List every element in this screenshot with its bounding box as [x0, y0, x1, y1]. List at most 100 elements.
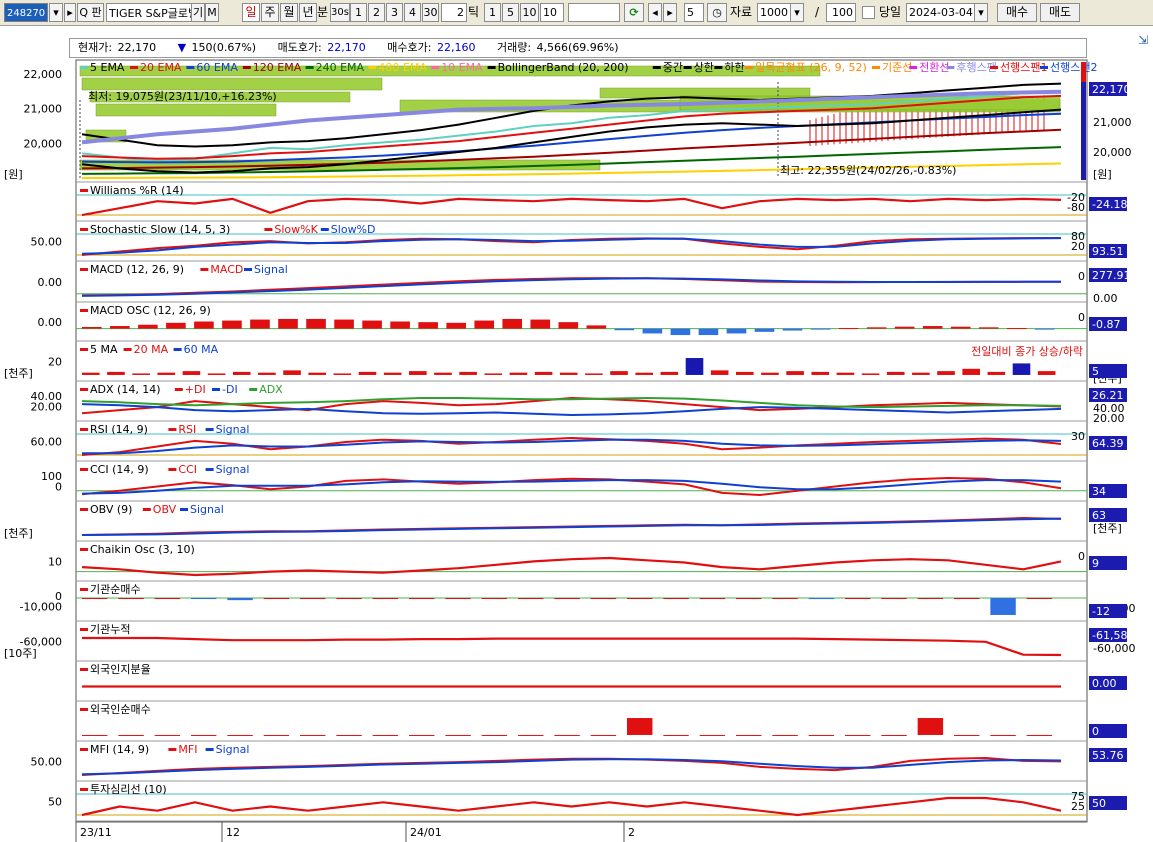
legend-swatch [80, 66, 88, 69]
legend-label: CCI (14, 9) [90, 463, 149, 476]
bar-mark [481, 598, 508, 600]
legend-swatch [242, 66, 251, 69]
legend-label: 선행스팬2 [1050, 61, 1097, 74]
bar-mark [107, 371, 125, 375]
panel-foreign_ratio: 외국인지분율 0.00 [76, 663, 1127, 702]
legend-label: 20 MA [134, 343, 169, 356]
panel-legend: MACD (12, 26, 9) MACD Signal [80, 263, 288, 276]
legend-swatch [212, 388, 220, 391]
legend-swatch [80, 628, 88, 631]
y-tick-label: 0 [55, 481, 62, 494]
lead-span-box [95, 103, 277, 117]
legend-label: 상한 [694, 61, 714, 74]
legend-swatch [431, 66, 440, 69]
bar-mark [434, 372, 452, 375]
bar-mark [710, 370, 729, 375]
bar-mark [250, 319, 270, 329]
legend-swatch [80, 468, 88, 471]
bar-mark [894, 326, 915, 329]
bar-mark [726, 328, 747, 334]
y-tick-label: 0.00 [38, 316, 63, 329]
legend-label: 240 EMA [316, 61, 365, 74]
bar-mark [82, 734, 108, 736]
legend-label: Signal [216, 463, 250, 476]
legend-label: MACD (12, 26, 9) [90, 263, 184, 276]
legend-swatch [80, 309, 88, 312]
bar-mark [810, 328, 831, 330]
legend-label: 외국인지분율 [90, 663, 151, 676]
legend-label: 20 EMA [140, 61, 182, 74]
legend-swatch [205, 468, 214, 471]
bar-mark [362, 320, 382, 329]
legend-swatch [683, 66, 692, 69]
bar-mark [300, 734, 326, 736]
series-line [81, 397, 1062, 409]
legend-swatch [745, 66, 754, 69]
bar-mark [1026, 734, 1053, 736]
bar-mark [110, 326, 130, 329]
y-tick-label: 50.00 [31, 236, 63, 249]
legend-label: Signal [254, 263, 288, 276]
bar-mark [635, 372, 653, 375]
bar-mark [383, 372, 402, 375]
panel-obv: OBV (9) OBV Signal[천주] [천주]63 [4, 503, 1127, 542]
y-tick-label: 0.00 [38, 276, 63, 289]
chart-canvas[interactable]: 5 EMA 20 EMA 60 EMA 120 EMA 240 EMA 480 EMA 10… [0, 0, 1153, 842]
bar-mark [227, 734, 253, 736]
panel-macd: MACD (12, 26, 9) MACD Signal 0.00 0 0.00 277.9… [38, 263, 1131, 305]
right-tick-label: -80 [1067, 201, 1085, 214]
legend-label: MFI [178, 743, 197, 756]
right-tick-label: 0 [1078, 550, 1085, 563]
bar-mark [334, 319, 354, 329]
bar-mark [191, 598, 217, 600]
legend-swatch [200, 268, 209, 271]
legend-swatch [80, 508, 88, 511]
y-axis-label: [원] [4, 168, 23, 181]
series-line [81, 556, 1062, 577]
bar-mark [954, 734, 980, 736]
current-value-text: 5 [1092, 365, 1099, 378]
bar-mark [811, 371, 830, 375]
legend-label: +DI [185, 383, 206, 396]
legend-label: 외국인순매수 [90, 703, 151, 716]
legend-swatch [990, 66, 998, 69]
y-tick-label: -10,000 [20, 601, 62, 614]
bar-mark [1034, 328, 1055, 330]
bar-mark [642, 328, 663, 334]
bar-mark [1026, 598, 1053, 600]
bar-mark [782, 328, 803, 331]
right-axis-label: [원] [1093, 168, 1112, 181]
current-value-text: -0.87 [1092, 318, 1120, 331]
legend-label: Signal [190, 503, 224, 516]
x-axis-label: 23/11 [80, 826, 112, 839]
bar-mark [118, 598, 144, 600]
bar-mark [227, 598, 253, 601]
legend-swatch [652, 66, 661, 69]
legend-label: RSI [178, 423, 196, 436]
bar-mark [372, 598, 399, 600]
legend-swatch [264, 228, 273, 231]
current-value-text: 34 [1092, 485, 1106, 498]
legend-label: MACD [210, 263, 243, 276]
bar-mark [990, 734, 1016, 736]
panel-legend: CCI (14, 9) CCI Signal [80, 463, 249, 476]
right-tick-label: 0 [1078, 311, 1085, 324]
lead-span-box [81, 77, 383, 91]
price-range-top [1081, 62, 1086, 82]
legend-label: 5 EMA [90, 61, 125, 74]
legend-swatch [714, 66, 723, 69]
bar-mark [808, 734, 835, 736]
legend-label: 전환선 [919, 61, 949, 74]
bar-mark [670, 328, 691, 336]
bar-mark [866, 327, 887, 329]
legend-swatch [1040, 66, 1048, 69]
current-value-text: 0 [1092, 725, 1099, 738]
x-axis-label: 24/01 [410, 826, 442, 839]
bar-mark [232, 371, 251, 375]
bar-mark [502, 318, 523, 329]
bar-mark [518, 734, 544, 736]
bar-mark [987, 371, 1006, 375]
legend-swatch [946, 66, 955, 69]
panel-psycho: 투자심리선 (10)50 7525 50 [48, 783, 1127, 822]
panel-legend: 외국인지분율 [80, 663, 151, 676]
